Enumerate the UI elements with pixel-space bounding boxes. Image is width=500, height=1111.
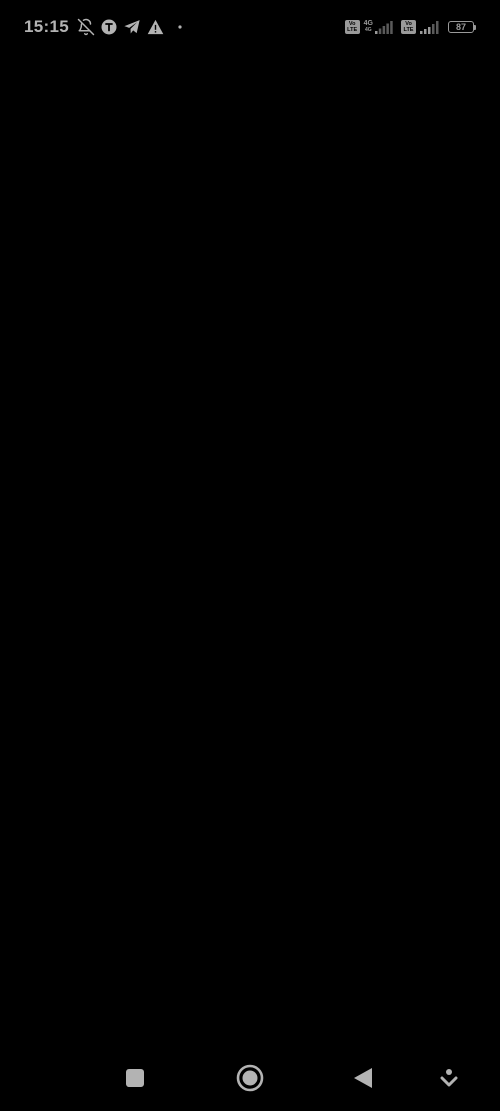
recents-button[interactable] bbox=[118, 1061, 152, 1095]
battery-indicator: 87 bbox=[448, 21, 476, 33]
volte-badge-sim2: Vo LTE bbox=[401, 20, 416, 34]
battery-level: 87 bbox=[448, 21, 474, 33]
status-bar: 15:15 Vo LTE 4G 4G Vo LTE 87 bbox=[0, 0, 500, 54]
back-triangle-icon bbox=[353, 1067, 373, 1089]
keyboard-hide-button[interactable] bbox=[432, 1061, 466, 1095]
back-button[interactable] bbox=[346, 1061, 380, 1095]
bell-off-icon bbox=[77, 18, 95, 36]
dot-icon bbox=[178, 25, 182, 29]
keyboard-hide-icon bbox=[440, 1068, 458, 1088]
blank-screen-content bbox=[0, 54, 500, 1044]
battery-tip bbox=[474, 24, 476, 30]
warning-icon bbox=[147, 19, 164, 35]
volte-badge-sim1: Vo LTE bbox=[344, 20, 360, 34]
navigation-bar bbox=[0, 1044, 500, 1111]
status-bar-left: 15:15 bbox=[24, 17, 182, 37]
network-type-sim1: 4G 4G bbox=[363, 20, 373, 33]
signal-sim2-icon bbox=[420, 20, 442, 34]
clock: 15:15 bbox=[24, 17, 69, 36]
telegram-icon bbox=[123, 19, 141, 35]
recents-square-icon bbox=[125, 1068, 145, 1088]
home-circle-icon bbox=[236, 1064, 264, 1092]
t-app-icon bbox=[101, 19, 117, 35]
home-button[interactable] bbox=[233, 1061, 267, 1095]
signal-sim1-icon bbox=[375, 20, 393, 34]
status-bar-right: Vo LTE 4G 4G Vo LTE 87 bbox=[344, 20, 476, 34]
